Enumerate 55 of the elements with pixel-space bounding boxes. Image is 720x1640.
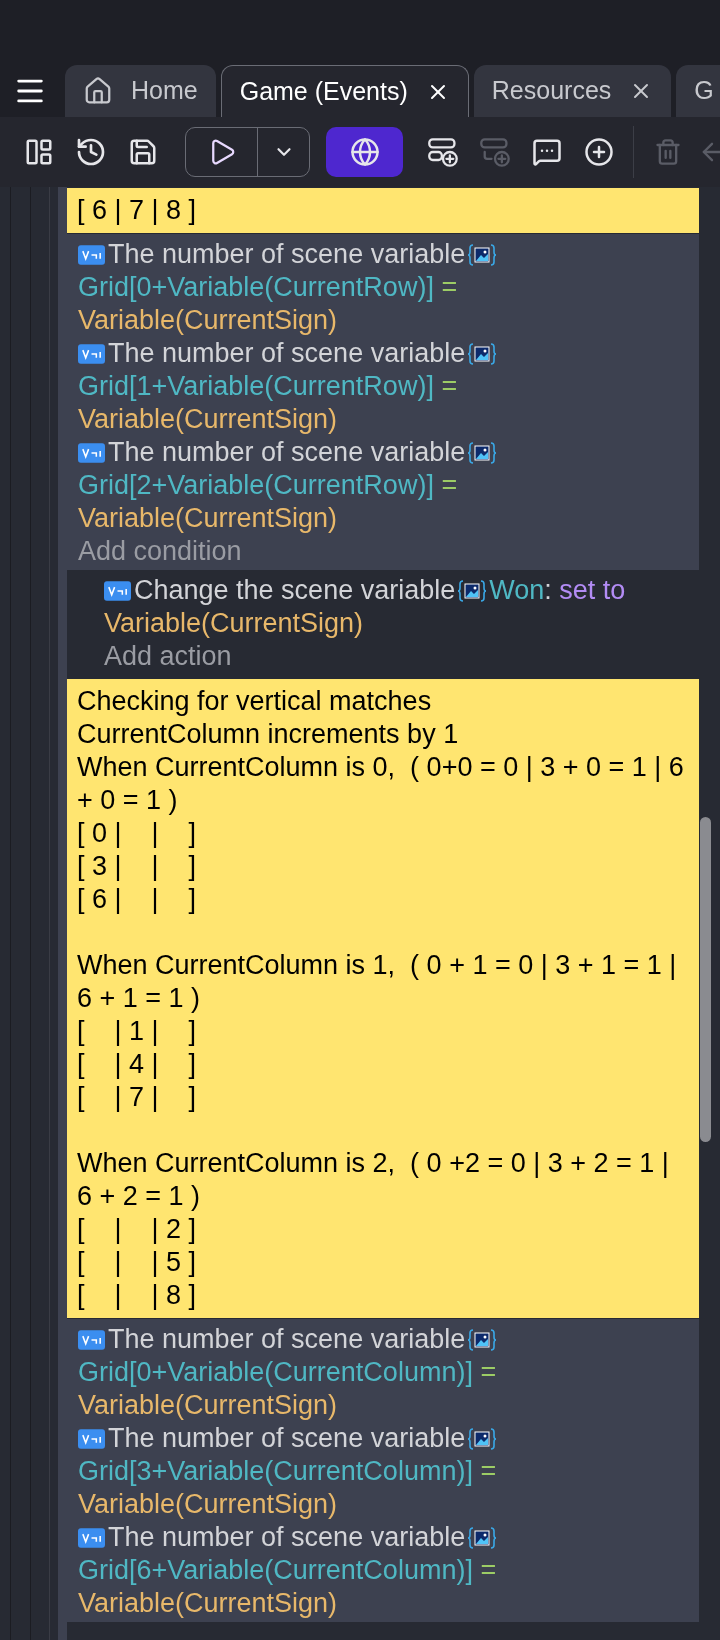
operator: = — [480, 1357, 497, 1387]
condition-text: The number of scene variable — [108, 437, 466, 467]
comment-text: Checking for vertical matches CurrentColumn increments by 1 When CurrentColumn is 0, ( 0+0 = 0 | 3 + 0 = 1 | 6 + 0 = 1 ) [ 0 | | ] [ 3 | | ] [ 6 | | ] When CurrentColumn is 1, ( 0 + 1 = 0 | 3 + 1 = 1 | 6 + 1 = 1 ) [ | 1 | ] [ | 4 | ] [ | 7 | ] When CurrentColumn is 2, ( 0 +2 = 0 | 3 + 2 = 1 | 6 + 2 = 1 ) [ | | 2 ] [ | | 5 ] [ | | 8 ] — [77, 685, 685, 1312]
operator: = — [480, 1555, 497, 1585]
variable-icon — [104, 581, 131, 601]
value-expression[interactable]: Variable(CurrentSign) — [78, 1588, 338, 1618]
variable-icon — [78, 1528, 105, 1548]
braced-image-icon — [468, 1427, 497, 1451]
variable-name[interactable]: Grid[6+Variable(CurrentColumn)] — [78, 1555, 473, 1585]
variable-name[interactable]: Grid[0+Variable(CurrentRow)] — [78, 272, 434, 302]
scrollbar-thumb[interactable] — [700, 817, 711, 1142]
value-expression[interactable]: Variable(CurrentSign) — [78, 1489, 338, 1519]
value-expression[interactable]: Variable(CurrentSign) — [78, 503, 338, 533]
variable-icon — [78, 1330, 105, 1350]
comment-text: [ 6 | 7 | 8 ] — [77, 194, 198, 227]
condition-text: The number of scene variable — [108, 1324, 466, 1354]
variable-icon — [78, 245, 105, 265]
braced-image-icon — [468, 243, 497, 267]
value-expression[interactable]: Variable(CurrentSign) — [104, 608, 364, 638]
home-icon — [83, 76, 113, 106]
operator: = — [441, 371, 458, 401]
braced-image-icon — [458, 579, 487, 603]
comment-block[interactable]: [ 6 | 7 | 8 ] — [67, 188, 699, 233]
variable-name[interactable]: Grid[3+Variable(CurrentColumn)] — [78, 1456, 473, 1486]
condition-text: The number of scene variable — [108, 338, 466, 368]
variable-name[interactable]: Won — [489, 575, 545, 605]
braced-image-icon — [468, 441, 497, 465]
tab[interactable]: Home — [65, 65, 216, 117]
braced-image-icon — [468, 342, 497, 366]
condition-text: The number of scene variable — [108, 1423, 466, 1453]
variable-name[interactable]: Grid[0+Variable(CurrentColumn)] — [78, 1357, 473, 1387]
condition-text: The number of scene variable — [108, 1522, 466, 1552]
tab[interactable]: Resources — [473, 65, 672, 117]
variable-name[interactable]: Grid[2+Variable(CurrentRow)] — [78, 470, 434, 500]
value-expression[interactable]: Variable(CurrentSign) — [78, 305, 338, 335]
condition-text: The number of scene variable — [108, 239, 466, 269]
variable-icon — [78, 443, 105, 463]
operator: = — [441, 272, 458, 302]
variable-icon — [78, 1429, 105, 1449]
braced-image-icon — [468, 1328, 497, 1352]
add-condition-link[interactable]: Add condition — [78, 535, 242, 568]
separator-text: : — [544, 575, 552, 605]
tab[interactable]: Game (Events) — [220, 65, 469, 117]
variable-icon — [78, 344, 105, 364]
add-action-link[interactable]: Add action — [104, 640, 232, 673]
value-expression[interactable]: Variable(CurrentSign) — [78, 1390, 338, 1420]
variable-name[interactable]: Grid[1+Variable(CurrentRow)] — [78, 371, 434, 401]
value-expression[interactable]: Variable(CurrentSign) — [78, 404, 338, 434]
operation-text: set to — [559, 575, 626, 605]
operator: = — [480, 1456, 497, 1486]
operator: = — [441, 470, 458, 500]
tab[interactable]: G — [676, 65, 720, 117]
braced-image-icon — [468, 1526, 497, 1550]
network-button[interactable] — [326, 127, 403, 177]
action-text: Change the scene variable — [134, 575, 456, 605]
